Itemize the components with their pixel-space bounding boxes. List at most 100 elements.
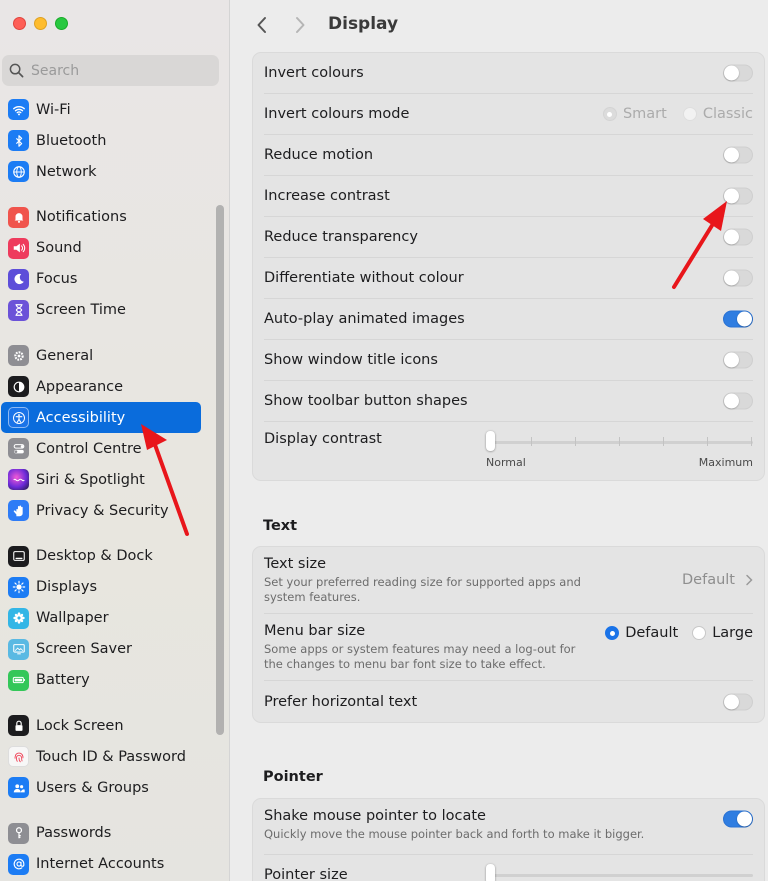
toolbar-shapes-toggle[interactable]	[723, 392, 753, 410]
sidebar-item-lock-screen[interactable]: Lock Screen	[1, 710, 201, 741]
appearance-icon	[8, 376, 29, 397]
reduce-transparency-toggle[interactable]	[723, 228, 753, 246]
sidebar-item-appearance[interactable]: Appearance	[1, 371, 201, 402]
bell-icon	[8, 206, 29, 228]
hand-icon	[8, 500, 29, 521]
invert-mode-smart-radio[interactable]: Smart	[602, 106, 667, 122]
zoom-button[interactable]	[55, 17, 68, 30]
sidebar-item-displays[interactable]: Displays	[1, 572, 201, 603]
dock-icon	[8, 545, 29, 567]
shake-pointer-row: Shake mouse pointer to locate Quickly mo…	[264, 799, 753, 855]
pointer-settings-group: Shake mouse pointer to locate Quickly mo…	[252, 798, 765, 881]
sidebar-item-screen-time[interactable]: Screen Time	[1, 295, 201, 326]
wifi-icon	[8, 99, 29, 120]
pointer-size-row: Pointer size	[264, 855, 753, 881]
menu-bar-size-description: Some apps or system features may need a …	[264, 642, 576, 671]
display-contrast-slider[interactable]: Normal Maximum	[486, 430, 753, 470]
pointer-size-slider[interactable]	[486, 863, 753, 881]
search-input[interactable]	[31, 62, 201, 79]
sidebar-item-label: Appearance	[36, 378, 124, 395]
sidebar-item-label: General	[36, 347, 94, 364]
sun-icon	[8, 576, 29, 598]
display-contrast-label: Display contrast	[264, 431, 382, 447]
sidebar-item-label: Accessibility	[36, 409, 126, 426]
sidebar-item-label: Battery	[36, 672, 90, 688]
shake-pointer-label: Shake mouse pointer to locate	[264, 808, 486, 824]
toolbar-shapes-label: Show toolbar button shapes	[264, 393, 468, 409]
sidebar-item-wallpaper[interactable]: Wallpaper	[1, 603, 201, 634]
invert-mode-classic-radio[interactable]: Classic	[682, 106, 753, 122]
sidebar-item-focus[interactable]: Focus	[1, 264, 201, 295]
sidebar-item-general[interactable]: General	[1, 340, 201, 371]
autoplay-toggle[interactable]	[723, 310, 753, 328]
increase-contrast-toggle[interactable]	[723, 187, 753, 205]
slider-knob[interactable]	[486, 431, 495, 451]
sidebar-item-label: Touch ID & Password	[36, 748, 186, 765]
sidebar-item-label: Privacy & Security	[36, 502, 169, 519]
page-title: Display	[328, 14, 399, 34]
sidebar-item-label: Siri & Spotlight	[36, 471, 145, 488]
invert-colours-toggle[interactable]	[723, 64, 753, 82]
minimize-button[interactable]	[34, 17, 47, 30]
sidebar-item-touch-id-password[interactable]: Touch ID & Password	[1, 741, 201, 772]
sidebar-item-internet-accounts[interactable]: Internet Accounts	[1, 849, 201, 880]
close-button[interactable]	[13, 17, 26, 30]
hourglass-icon	[8, 299, 29, 321]
screensaver-icon	[8, 638, 29, 660]
pointer-size-label: Pointer size	[264, 867, 348, 881]
menu-bar-default-radio[interactable]: Default	[605, 625, 678, 641]
accessibility-icon	[8, 407, 29, 428]
sidebar-item-screen-saver[interactable]: Screen Saver	[1, 634, 201, 665]
text-size-value[interactable]: Default	[682, 572, 753, 588]
invert-mode-row: Invert colours mode Smart Classic	[264, 94, 753, 135]
sidebar-item-passwords[interactable]: Passwords	[1, 818, 201, 849]
sidebar-item-sound[interactable]: Sound	[1, 233, 201, 264]
sidebar-item-network[interactable]: Network	[1, 156, 201, 187]
gear-icon	[8, 345, 29, 366]
chevron-right-icon	[296, 17, 305, 33]
globe-icon	[8, 161, 29, 182]
sidebar-item-label: Focus	[36, 271, 78, 287]
sidebar-item-siri-spotlight[interactable]: Siri & Spotlight	[1, 464, 201, 495]
sidebar-item-label: Wi-Fi	[36, 101, 71, 118]
key-icon	[8, 822, 29, 844]
sidebar-item-desktop-dock[interactable]: Desktop & Dock	[1, 541, 201, 572]
sidebar-item-notifications[interactable]: Notifications	[1, 202, 201, 233]
sidebar-item-battery[interactable]: Battery	[1, 665, 201, 696]
sidebar-item-control-centre[interactable]: Control Centre	[1, 433, 201, 464]
text-size-description: Set your preferred reading size for supp…	[264, 575, 581, 604]
window-title-icons-toggle[interactable]	[723, 351, 753, 369]
sidebar-item-accessibility[interactable]: Accessibility	[1, 402, 201, 433]
sidebar: Wi-Fi Bluetooth Network Notifications So…	[0, 0, 230, 881]
sidebar-item-label: Sound	[36, 240, 82, 256]
text-size-row[interactable]: Text size Set your preferred reading siz…	[264, 547, 753, 614]
sidebar-item-label: Screen Saver	[36, 641, 133, 657]
toolbar-shapes-row: Show toolbar button shapes	[264, 381, 753, 422]
differentiate-toggle[interactable]	[723, 269, 753, 287]
slider-knob[interactable]	[486, 864, 495, 881]
menu-bar-size-options: Default Large	[605, 625, 753, 641]
menu-bar-large-radio[interactable]: Large	[692, 625, 753, 641]
sidebar-item-privacy-security[interactable]: Privacy & Security	[1, 495, 201, 526]
display-contrast-row: Display contrast Normal Maximum	[264, 422, 753, 480]
sidebar-item-users-groups[interactable]: Users & Groups	[1, 772, 201, 803]
toolbar: Display	[230, 0, 768, 50]
sidebar-item-bluetooth[interactable]: Bluetooth	[1, 125, 201, 156]
invert-colours-label: Invert colours	[264, 65, 364, 81]
forward-button[interactable]	[290, 14, 310, 36]
back-button[interactable]	[252, 14, 272, 36]
sidebar-scrollbar[interactable]	[216, 205, 224, 735]
prefer-horizontal-label: Prefer horizontal text	[264, 693, 418, 710]
reduce-motion-toggle[interactable]	[723, 146, 753, 164]
sidebar-item-wifi[interactable]: Wi-Fi	[1, 94, 201, 125]
window-controls	[13, 17, 68, 30]
prefer-horizontal-toggle[interactable]	[723, 693, 753, 710]
sidebar-item-label: Bluetooth	[36, 132, 107, 149]
shake-pointer-toggle[interactable]	[723, 810, 753, 828]
sidebar-item-label: Screen Time	[36, 302, 126, 318]
lock-icon	[8, 715, 29, 736]
prefer-horizontal-row: Prefer horizontal text	[264, 681, 753, 722]
invert-colours-row: Invert colours	[264, 53, 753, 94]
invert-mode-label: Invert colours mode	[264, 106, 410, 122]
search-field[interactable]	[2, 55, 219, 86]
